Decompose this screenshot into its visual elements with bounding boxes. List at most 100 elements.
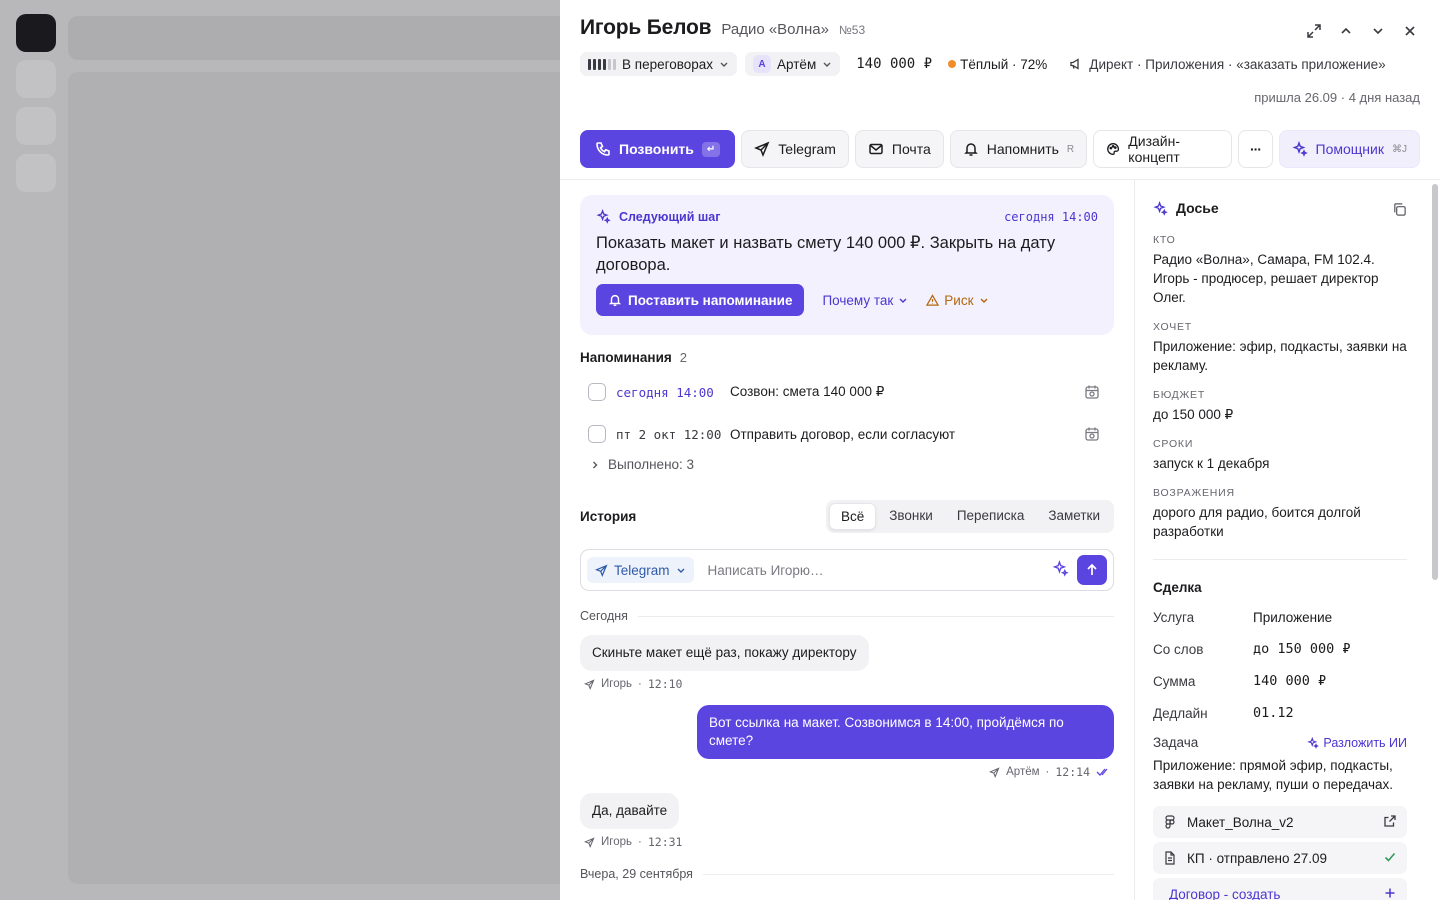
ai-breakdown-button[interactable]: Разложить ИИ bbox=[1307, 736, 1407, 750]
field-value: дорого для радио, боится долгой разработ… bbox=[1153, 505, 1361, 539]
reminder-checkbox[interactable] bbox=[588, 425, 606, 443]
send-icon bbox=[584, 678, 595, 690]
next-step-time: сегодня 14:00 bbox=[1004, 209, 1098, 224]
external-link-icon[interactable] bbox=[1383, 814, 1397, 831]
rail-item bbox=[16, 107, 56, 145]
expand-icon[interactable] bbox=[1304, 20, 1324, 42]
reminder-time: сегодня 14:00 bbox=[616, 384, 714, 400]
field-label: СРОКИ bbox=[1153, 438, 1194, 450]
close-icon[interactable] bbox=[1400, 20, 1420, 42]
megaphone-icon bbox=[1070, 58, 1079, 70]
sparkle-icon bbox=[1291, 141, 1308, 157]
deal-value[interactable]: 140 000 ₽ bbox=[1253, 673, 1326, 689]
message-author: Артём bbox=[1006, 766, 1040, 778]
copy-icon[interactable] bbox=[1392, 202, 1407, 220]
double-check-icon bbox=[1096, 768, 1108, 776]
send-icon bbox=[595, 563, 608, 577]
remind-label: Напомнить bbox=[986, 141, 1059, 157]
check-icon bbox=[1383, 850, 1397, 867]
field-value: Приложение: эфир, подкасты, заявки на ре… bbox=[1153, 339, 1407, 373]
arrow-up-icon bbox=[1087, 563, 1097, 575]
tab-calls[interactable]: Звонки bbox=[878, 503, 944, 530]
create-contract-button[interactable]: Договор - создать bbox=[1153, 878, 1407, 900]
side-panel: Досье КТО Радио «Волна», Самара, FM 102.… bbox=[1134, 180, 1440, 900]
tab-notes[interactable]: Заметки bbox=[1037, 503, 1111, 530]
chevron-down-icon bbox=[720, 62, 728, 67]
lead-meta: В переговорах А Артём 140 000 ₽ Тёплый ·… bbox=[580, 52, 1420, 76]
risk-dropdown[interactable]: Риск bbox=[926, 293, 988, 308]
why-label: Почему так bbox=[822, 292, 894, 308]
file-name: Макет_Волна_v2 bbox=[1187, 814, 1294, 830]
dossier-objections: ВОЗРАЖЕНИЯ дорого для радио, боится долг… bbox=[1153, 487, 1407, 541]
chevron-up-icon[interactable] bbox=[1336, 20, 1356, 42]
tab-all[interactable]: Всё bbox=[828, 503, 877, 530]
ai-sparkle-icon[interactable] bbox=[1052, 560, 1069, 580]
action-bar: Позвонить ↵ Telegram Почта Напомнить R Д… bbox=[580, 130, 1420, 168]
deal-value[interactable]: Приложение bbox=[1253, 610, 1332, 625]
call-button[interactable]: Позвонить ↵ bbox=[580, 130, 736, 168]
field-label: КТО bbox=[1153, 234, 1176, 246]
field-label: ВОЗРАЖЕНИЯ bbox=[1153, 487, 1235, 499]
sparkle-icon bbox=[1153, 200, 1168, 216]
design-label: Дизайн-концепт bbox=[1128, 133, 1181, 165]
remind-button[interactable]: Напомнить R bbox=[949, 130, 1088, 168]
chevron-right-icon bbox=[593, 461, 598, 468]
tab-messages[interactable]: Переписка bbox=[946, 503, 1036, 530]
deal-key: Сумма bbox=[1153, 673, 1196, 689]
set-reminder-label: Поставить напоминание bbox=[628, 292, 793, 308]
file-name: КП · отправлено 27.09 bbox=[1187, 850, 1328, 866]
reminder-checkbox[interactable] bbox=[588, 383, 606, 401]
stage-bars-icon bbox=[588, 58, 616, 70]
message-time: 12:31 bbox=[647, 835, 683, 849]
call-label: Позвонить bbox=[619, 141, 694, 157]
send-icon bbox=[584, 836, 595, 848]
message-input[interactable]: Написать Игорю… bbox=[702, 563, 1044, 578]
day-label: Вчера, 29 сентября bbox=[580, 867, 693, 881]
rail-item bbox=[16, 154, 56, 192]
document-icon bbox=[1165, 851, 1175, 865]
message-author: Игорь bbox=[601, 678, 632, 690]
message-incoming: Скиньте макет ещё раз, покажу директору … bbox=[580, 635, 1114, 691]
dossier-terms: СРОКИ запуск к 1 декабря bbox=[1153, 438, 1407, 473]
completed-toggle[interactable]: Выполнено: 3 bbox=[580, 457, 1114, 472]
deal-value[interactable]: до 150 000 ₽ bbox=[1253, 641, 1351, 657]
avatar: А bbox=[753, 55, 772, 73]
background-main bbox=[68, 72, 588, 884]
why-dropdown[interactable]: Почему так bbox=[822, 293, 908, 308]
day-separator: Сегодня bbox=[580, 609, 1114, 623]
app-logo bbox=[16, 14, 56, 52]
palette-icon bbox=[1107, 143, 1120, 155]
status-dropdown[interactable]: В переговорах bbox=[580, 52, 738, 76]
lead-company: Радио «Волна» bbox=[721, 21, 829, 38]
history-title: История bbox=[580, 509, 637, 524]
next-step-text: Показать макет и назвать смету 140 000 ₽… bbox=[596, 234, 1056, 274]
manager-dropdown[interactable]: А Артём bbox=[745, 52, 841, 76]
channel-dropdown[interactable]: Telegram bbox=[587, 557, 694, 583]
reschedule-icon[interactable] bbox=[1084, 426, 1100, 445]
lead-number: №53 bbox=[838, 23, 866, 37]
more-icon: ··· bbox=[1249, 141, 1262, 157]
scrollbar[interactable] bbox=[1432, 184, 1438, 580]
field-value: запуск к 1 декабря bbox=[1153, 456, 1270, 471]
deal-value[interactable]: 01.12 bbox=[1253, 705, 1294, 721]
chevron-down-icon[interactable] bbox=[1368, 20, 1388, 42]
file-name: Договор - создать bbox=[1169, 886, 1281, 900]
sparkle-icon bbox=[1307, 736, 1320, 749]
reschedule-icon[interactable] bbox=[1084, 384, 1100, 403]
message-incoming: Да, давайте Игорь · 12:31 bbox=[580, 793, 1114, 849]
mail-button[interactable]: Почта bbox=[854, 130, 944, 168]
deal-row-service: Услуга Приложение bbox=[1153, 601, 1407, 633]
send-button[interactable] bbox=[1077, 555, 1107, 585]
assistant-button[interactable]: Помощник ⌘J bbox=[1278, 130, 1420, 168]
set-reminder-button[interactable]: Поставить напоминание bbox=[596, 284, 805, 316]
telegram-button[interactable]: Telegram bbox=[741, 130, 849, 168]
design-concept-button[interactable]: Дизайн-концепт bbox=[1093, 130, 1233, 168]
more-button[interactable]: ··· bbox=[1238, 130, 1273, 168]
file-figma[interactable]: Макет_Волна_v2 bbox=[1153, 806, 1407, 838]
deal-row-sum: Сумма 140 000 ₽ bbox=[1153, 665, 1407, 697]
file-proposal[interactable]: КП · отправлено 27.09 bbox=[1153, 842, 1407, 874]
bell-plus-icon bbox=[963, 143, 978, 156]
source-label: Директ · Приложения · «заказать приложен… bbox=[1089, 56, 1386, 72]
lead-drawer: Игорь Белов Радио «Волна» №53 В перегово… bbox=[560, 0, 1440, 900]
assistant-label: Помощник bbox=[1315, 141, 1384, 157]
